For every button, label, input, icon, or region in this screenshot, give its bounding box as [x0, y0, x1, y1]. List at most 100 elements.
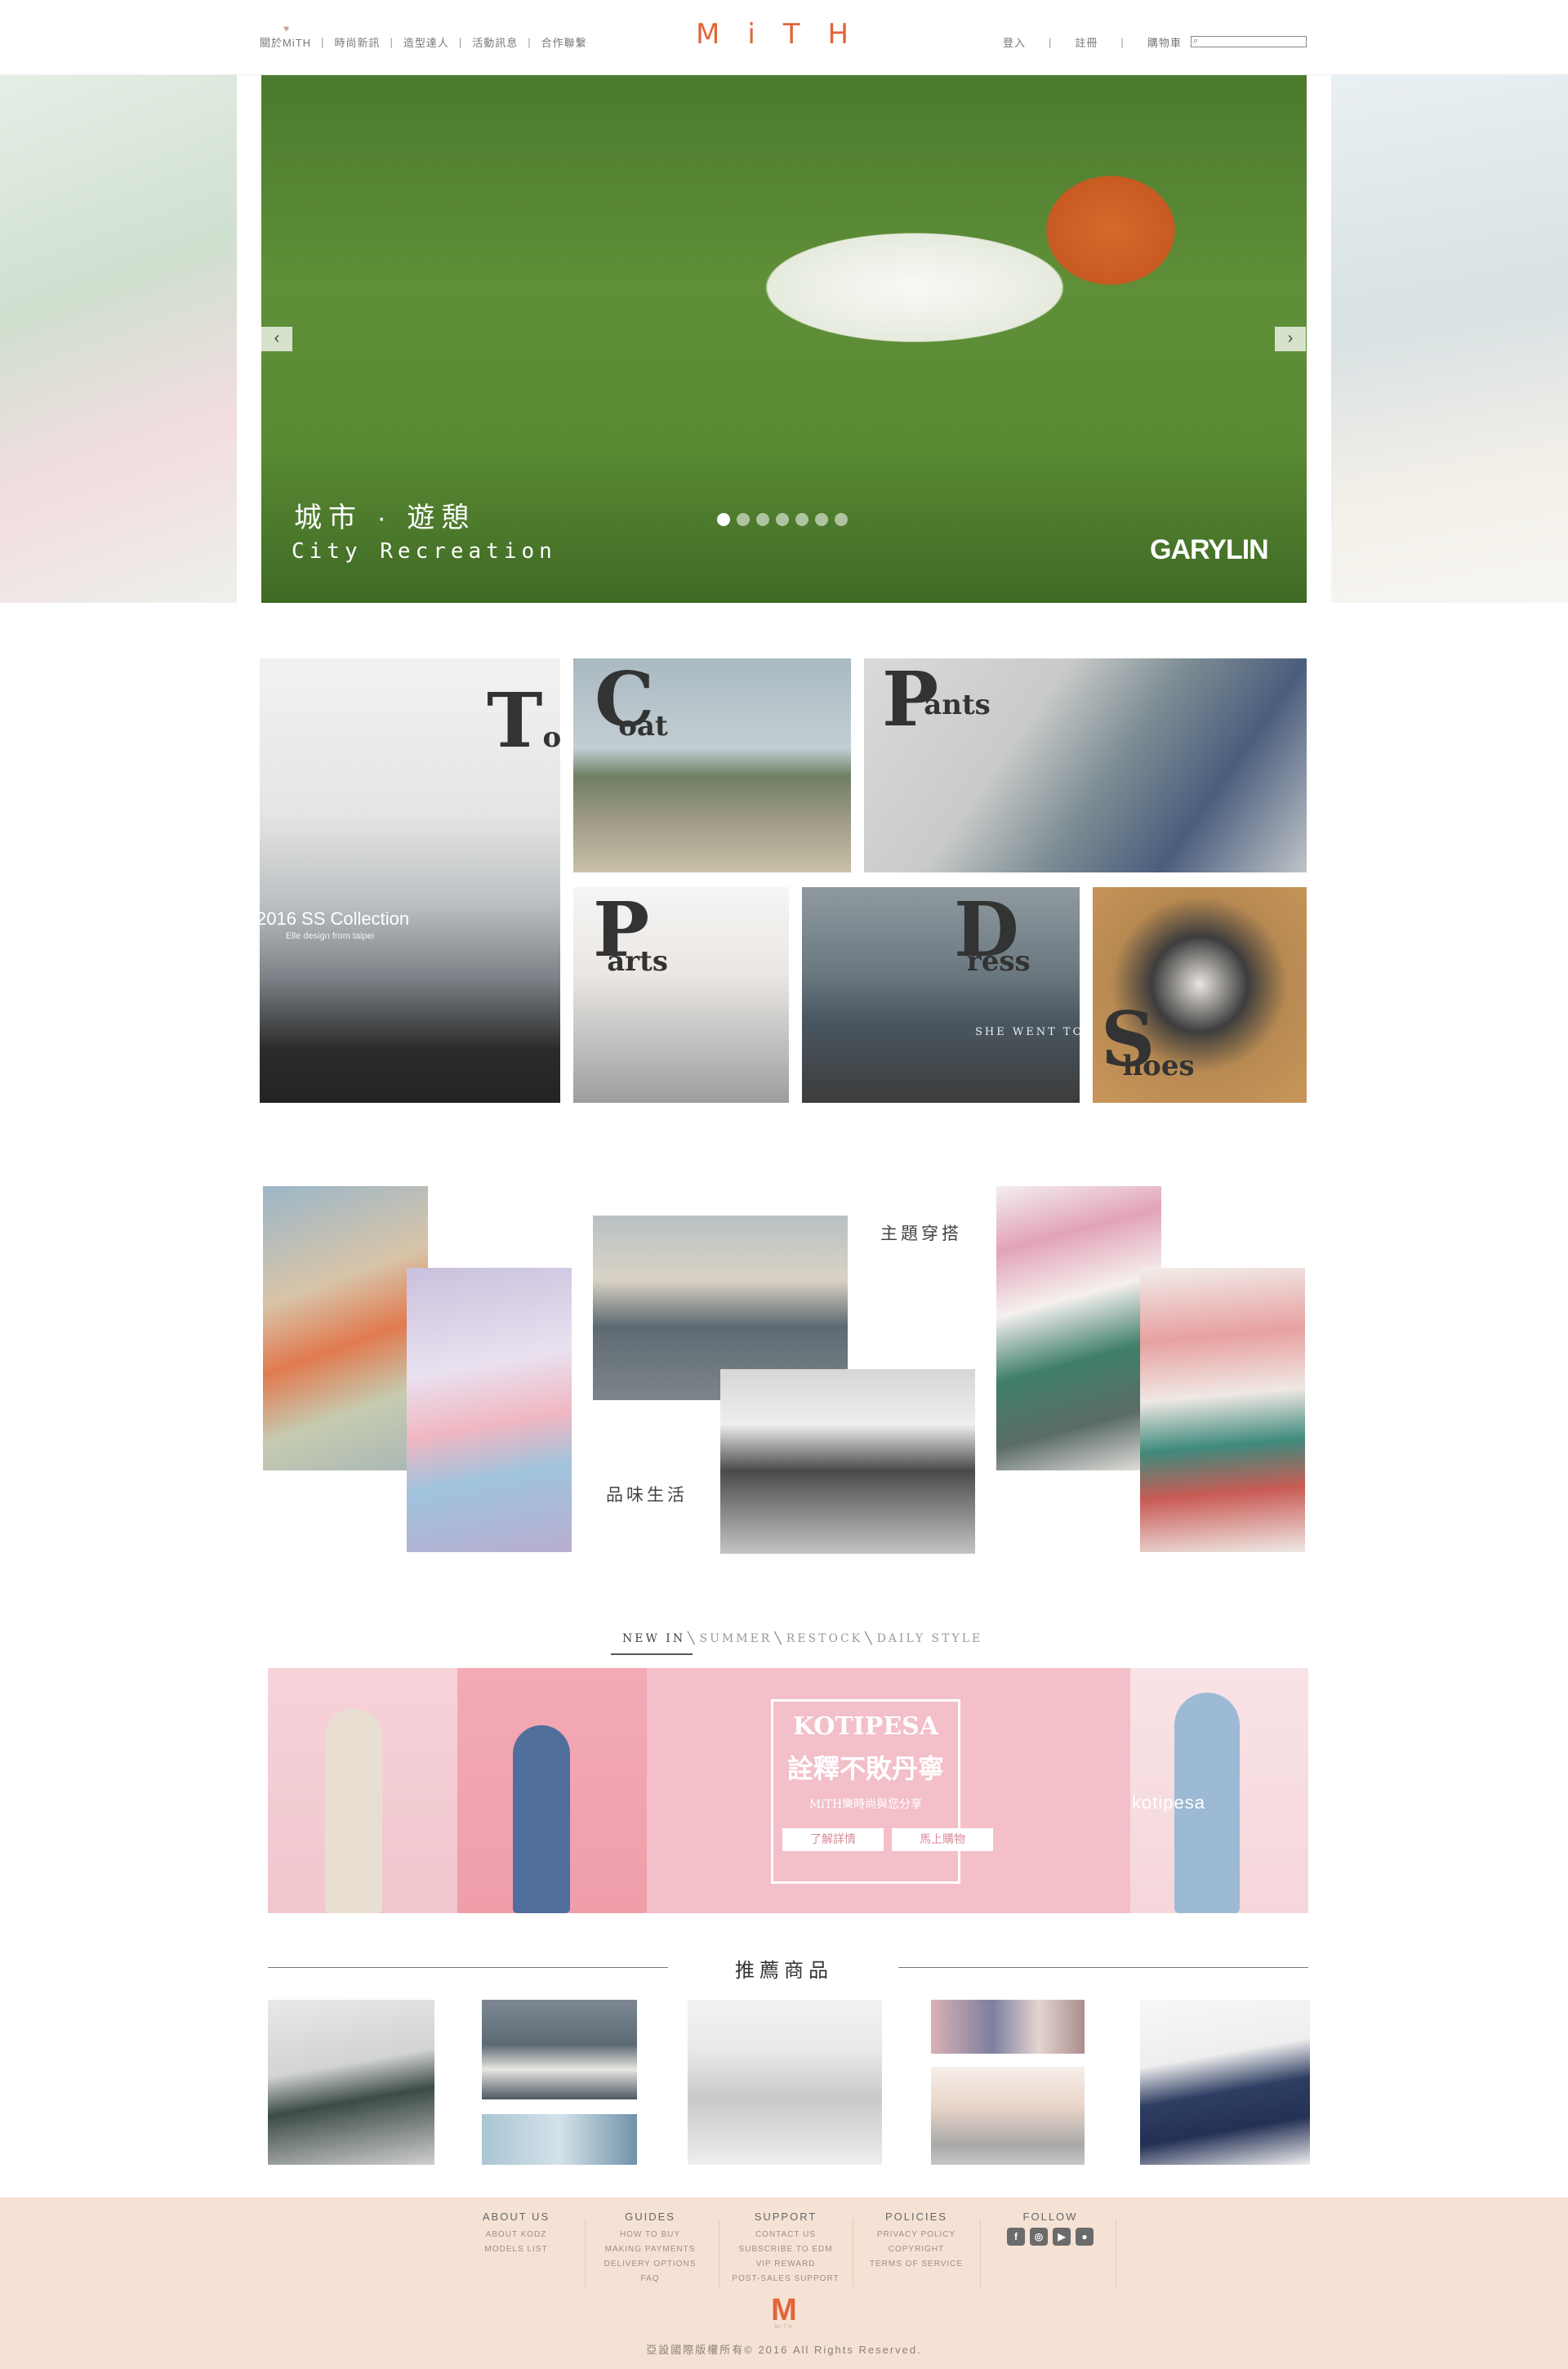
nav-separator: |: [1049, 36, 1053, 48]
search-icon[interactable]: ⌕: [1193, 36, 1198, 47]
lookbook-photo[interactable]: [1140, 1268, 1305, 1552]
footer-link[interactable]: HOW TO BUY: [596, 2228, 704, 2242]
footer-divider: [585, 2219, 586, 2287]
hero-prev-slide-preview[interactable]: [0, 75, 237, 603]
lookbook-photo[interactable]: [407, 1268, 572, 1552]
nav-stylists[interactable]: 造型達人: [403, 34, 449, 50]
product-thumbnail[interactable]: [1140, 2000, 1310, 2165]
slide-dot[interactable]: [795, 513, 808, 526]
tab-new-in[interactable]: NEW IN: [621, 1632, 687, 1645]
slide-dot[interactable]: [756, 513, 769, 526]
category-label: Shoes: [1101, 995, 1195, 1083]
slide-dot[interactable]: [776, 513, 789, 526]
footer-link[interactable]: CONTACT US: [722, 2228, 849, 2242]
lifestyle-link[interactable]: 品味生活: [606, 1482, 688, 1506]
footer-link[interactable]: DELIVERY OPTIONS: [596, 2257, 704, 2272]
nav-contact[interactable]: 合作聯繫: [541, 34, 587, 50]
category-dress[interactable]: Dress: [802, 887, 1080, 1103]
divider: [268, 1967, 668, 1968]
slide-dot[interactable]: [737, 513, 750, 526]
copyright-text: 亞設國際版權所有© 2016 All Rights Reserved.: [646, 2344, 922, 2356]
slide-dot[interactable]: [815, 513, 828, 526]
youtube-icon[interactable]: ▶: [1053, 2228, 1071, 2246]
footer-link[interactable]: COPYRIGHT: [861, 2242, 972, 2257]
chevron-left-icon[interactable]: ‹: [261, 327, 292, 351]
hero-caption-en: City Recreation: [292, 539, 557, 564]
footer-link[interactable]: SUBSCRIBE TO EDM: [722, 2242, 849, 2257]
model-figure: [513, 1725, 570, 1913]
product-thumbnail[interactable]: [482, 2000, 637, 2099]
nav-separator: |: [458, 36, 463, 48]
hero-brand-logo: GARYLIN: [1150, 534, 1269, 565]
nav-separator: |: [1120, 36, 1125, 48]
tab-separator: ╲: [865, 1632, 875, 1645]
shop-now-button[interactable]: 馬上購物: [892, 1828, 993, 1851]
footer-link[interactable]: TERMS OF SERVICE: [861, 2257, 972, 2272]
category-coat[interactable]: Coat: [573, 658, 851, 872]
category-shoes[interactable]: Shoes: [1093, 887, 1307, 1103]
category-label: Parts: [593, 887, 668, 978]
category-label: Pants: [882, 658, 991, 743]
category-label: Dress: [954, 887, 1031, 978]
tab-summer[interactable]: SUMMER: [698, 1632, 774, 1645]
category-parts[interactable]: Parts: [573, 887, 789, 1103]
nav-about[interactable]: 關於MiTH: [260, 34, 311, 50]
hero-next-slide-preview[interactable]: [1331, 75, 1568, 603]
footer-heading: ABOUT US: [482, 2211, 550, 2223]
slide-dot[interactable]: [717, 513, 730, 526]
footer-link[interactable]: FAQ: [596, 2272, 704, 2286]
footer-heading: SUPPORT: [754, 2211, 817, 2223]
banner-brand: kotipesa: [1132, 1792, 1205, 1813]
footer-link[interactable]: PRIVACY POLICY: [861, 2228, 972, 2242]
category-pants[interactable]: Pants: [864, 658, 1307, 872]
lookbook-photo[interactable]: [720, 1369, 975, 1554]
search-input[interactable]: ⌕: [1191, 36, 1307, 47]
model-figure: [325, 1709, 382, 1913]
banner-title: KOTIPESA: [792, 1712, 939, 1741]
slide-dot[interactable]: [835, 513, 848, 526]
tab-daily-style[interactable]: DAILY STYLE: [875, 1632, 985, 1645]
site-logo[interactable]: MiTH: [696, 18, 872, 59]
footer-link[interactable]: VIP REWARD: [722, 2257, 849, 2272]
collection-subtitle: Elle design from taipei: [286, 931, 375, 941]
footer-policies: POLICIES PRIVACY POLICY COPYRIGHT TERMS …: [861, 2211, 972, 2272]
lookbook-photo[interactable]: [263, 1186, 428, 1470]
social-links: f ◎ ▶ ●: [993, 2228, 1107, 2246]
line-icon[interactable]: ●: [1076, 2228, 1094, 2246]
product-tabs: NEW IN ╲ SUMMER ╲ RESTOCK ╲ DAILY STYLE: [621, 1632, 984, 1645]
footer-link[interactable]: POST-SALES SUPPORT: [722, 2272, 849, 2286]
learn-more-button[interactable]: 了解詳情: [782, 1828, 884, 1851]
theme-styling-link[interactable]: 主題穿搭: [880, 1220, 962, 1245]
cart-link[interactable]: 購物車: [1147, 34, 1182, 50]
footer-heading: GUIDES: [625, 2211, 675, 2223]
product-thumbnail[interactable]: [688, 2000, 882, 2165]
footer-follow: FOLLOW f ◎ ▶ ●: [993, 2211, 1107, 2246]
tab-restock[interactable]: RESTOCK: [785, 1632, 864, 1645]
facebook-icon[interactable]: f: [1007, 2228, 1025, 2246]
account-nav: 登入 | 註冊 | 購物車: [1003, 34, 1182, 50]
footer-link[interactable]: MODELS LIST: [467, 2242, 565, 2257]
tab-separator: ╲: [774, 1632, 784, 1645]
banner-subtitle: 詮釋不敗丹寧: [786, 1753, 944, 1784]
register-link[interactable]: 註冊: [1075, 34, 1098, 50]
nav-separator: |: [390, 36, 394, 48]
product-thumbnail[interactable]: [268, 2000, 434, 2165]
nav-fashion-news[interactable]: 時尚新訊: [334, 34, 380, 50]
footer-divider: [980, 2219, 981, 2287]
nav-events[interactable]: 活動訊息: [472, 34, 518, 50]
category-label: Top: [487, 676, 560, 765]
footer-link[interactable]: MAKING PAYMENTS: [596, 2242, 704, 2257]
footer-link[interactable]: ABOUT KODZ: [467, 2228, 565, 2242]
product-thumbnail[interactable]: [482, 2114, 637, 2165]
hero-pagination: [717, 513, 848, 526]
category-top[interactable]: Top: [260, 658, 560, 1103]
footer-about: ABOUT US ABOUT KODZ MODELS LIST: [467, 2211, 565, 2257]
lookbook-photo[interactable]: [996, 1186, 1161, 1470]
product-thumbnail[interactable]: [931, 2000, 1085, 2054]
product-thumbnail[interactable]: [931, 2067, 1085, 2165]
instagram-icon[interactable]: ◎: [1030, 2228, 1048, 2246]
nav-separator: |: [528, 36, 532, 48]
login-link[interactable]: 登入: [1003, 34, 1026, 50]
tab-separator: ╲: [688, 1632, 697, 1645]
chevron-right-icon[interactable]: ›: [1275, 327, 1306, 351]
